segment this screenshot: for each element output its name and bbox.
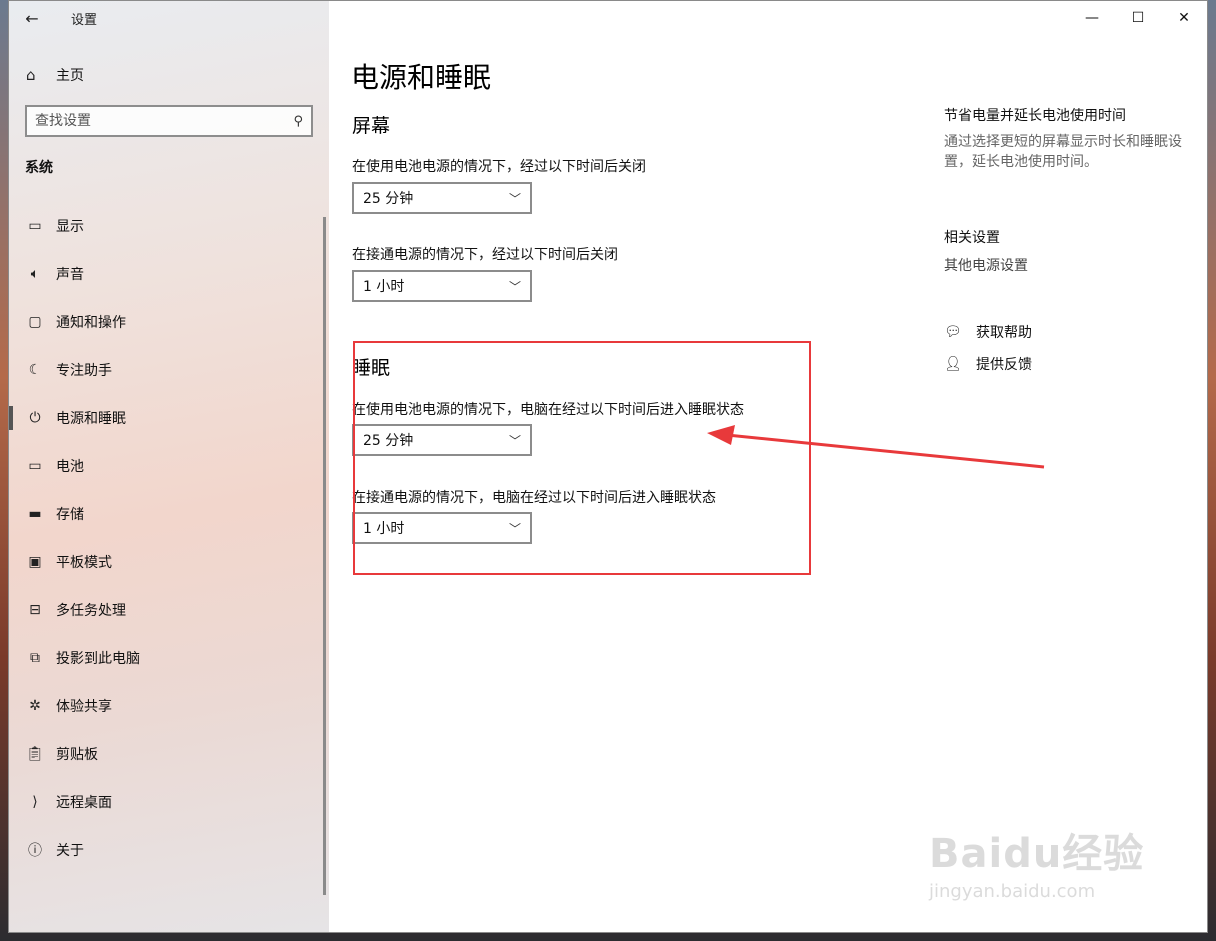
search-box: ⚲ bbox=[25, 105, 313, 137]
select-value: 25 分钟 bbox=[363, 191, 414, 207]
section-label: 系统 bbox=[25, 160, 53, 176]
storage-icon: ▬ bbox=[28, 506, 42, 522]
back-button[interactable]: ← bbox=[9, 1, 55, 35]
sidebar: ← 设置 ⌂ 主页 ⚲ 系统 ▭ 显示 🔈︎ 声音 ▢ 通知和操作 bbox=[9, 1, 329, 932]
minimize-icon: — bbox=[1085, 10, 1099, 26]
related-heading: 相关设置 bbox=[944, 230, 1000, 246]
search-icon[interactable]: ⚲ bbox=[293, 114, 303, 129]
sidebar-item-label: 远程桌面 bbox=[56, 795, 112, 811]
tablet-icon: ▣ bbox=[28, 554, 42, 570]
sidebar-item-label: 平板模式 bbox=[56, 555, 112, 571]
page-title: 电源和睡眠 bbox=[351, 61, 492, 94]
screen-heading: 屏幕 bbox=[352, 115, 391, 137]
screen-battery-label: 在使用电池电源的情况下，经过以下时间后关闭 bbox=[352, 159, 646, 175]
chevron-down-icon: ﹀ bbox=[508, 191, 521, 206]
sidebar-item-label: 通知和操作 bbox=[56, 315, 126, 331]
watermark-url: jingyan.baidu.com bbox=[929, 881, 1096, 902]
select-value: 1 小时 bbox=[363, 279, 405, 295]
sidebar-item-multitasking[interactable]: ⊟ 多任务处理 bbox=[9, 586, 329, 634]
chat-help-icon: 💬︎ bbox=[944, 324, 962, 340]
settings-window: ← 设置 ⌂ 主页 ⚲ 系统 ▭ 显示 🔈︎ 声音 ▢ 通知和操作 bbox=[8, 0, 1208, 933]
sidebar-item-label: 投影到此电脑 bbox=[56, 651, 140, 667]
window-title: 设置 bbox=[71, 12, 98, 28]
maximize-icon: ☐ bbox=[1131, 10, 1145, 26]
power-icon: ⏻ bbox=[29, 410, 41, 426]
sidebar-item-storage[interactable]: ▬ 存储 bbox=[9, 490, 329, 538]
annotation-arrow bbox=[707, 425, 1045, 469]
baidu-watermark: Baidu经验 jingyan.baidu.com bbox=[929, 821, 1144, 902]
sidebar-item-label: 电池 bbox=[56, 459, 84, 475]
tip-heading: 节省电量并延长电池使用时间 bbox=[944, 108, 1126, 124]
sidebar-item-battery[interactable]: ▭ 电池 bbox=[9, 442, 329, 490]
sidebar-item-display[interactable]: ▭ 显示 bbox=[9, 202, 329, 250]
sidebar-item-label: 关于 bbox=[56, 843, 84, 859]
get-help-link[interactable]: 💬︎ 获取帮助 bbox=[944, 322, 1032, 342]
watermark-brand: Baidu经验 bbox=[929, 831, 1145, 877]
sidebar-item-label: 存储 bbox=[56, 507, 84, 523]
sidebar-item-clipboard[interactable]: 📋︎ 剪贴板 bbox=[9, 730, 329, 778]
sidebar-item-shared-experiences[interactable]: ✲ 体验共享 bbox=[9, 682, 329, 730]
sidebar-item-power-sleep[interactable]: ⏻ 电源和睡眠 bbox=[9, 394, 329, 442]
minimize-button[interactable]: — bbox=[1069, 1, 1115, 35]
title-bar: ← 设置 bbox=[9, 1, 329, 35]
sidebar-item-label: 多任务处理 bbox=[56, 603, 126, 619]
sidebar-item-label: 体验共享 bbox=[56, 699, 112, 715]
sidebar-item-label: 声音 bbox=[56, 267, 84, 283]
sidebar-item-tablet-mode[interactable]: ▣ 平板模式 bbox=[9, 538, 329, 586]
screen-plugged-label: 在接通电源的情况下，经过以下时间后关闭 bbox=[352, 247, 618, 263]
window-controls: — ☐ ✕ bbox=[1069, 1, 1207, 35]
sidebar-item-notifications[interactable]: ▢ 通知和操作 bbox=[9, 298, 329, 346]
home-label: 主页 bbox=[56, 68, 84, 84]
moon-icon: ☾ bbox=[28, 362, 42, 378]
home-nav-item[interactable]: ⌂ 主页 bbox=[9, 57, 329, 93]
sidebar-item-label: 剪贴板 bbox=[56, 747, 98, 763]
feedback-label: 提供反馈 bbox=[976, 357, 1032, 373]
get-help-label: 获取帮助 bbox=[976, 325, 1032, 341]
search-input[interactable] bbox=[35, 113, 294, 129]
nav-list: ▭ 显示 🔈︎ 声音 ▢ 通知和操作 ☾ 专注助手 ⏻ 电源和睡眠 ▭ 电池 ▬… bbox=[9, 202, 329, 874]
sidebar-item-focus-assist[interactable]: ☾ 专注助手 bbox=[9, 346, 329, 394]
feedback-icon: 👤︎ bbox=[944, 356, 962, 372]
sidebar-item-label: 显示 bbox=[56, 219, 84, 235]
tip-text: 通过选择更短的屏幕显示时长和睡眠设置，延长电池使用时间。 bbox=[944, 134, 1182, 170]
screen-plugged-select[interactable]: 1 小时 ﹀ bbox=[352, 270, 532, 302]
project-icon: ⧉ bbox=[30, 650, 40, 666]
main-content: — ☐ ✕ 电源和睡眠 屏幕 在使用电池电源的情况下，经过以下时间后关闭 25 … bbox=[329, 1, 1207, 932]
battery-icon: ▭ bbox=[28, 458, 42, 474]
maximize-button[interactable]: ☐ bbox=[1115, 1, 1161, 35]
notification-icon: ▢ bbox=[28, 314, 42, 330]
share-icon: ✲ bbox=[29, 698, 41, 714]
multitask-icon: ⊟ bbox=[29, 602, 41, 618]
info-icon: ⓘ bbox=[28, 843, 42, 859]
speaker-icon: 🔈︎ bbox=[30, 266, 40, 282]
sidebar-scrollbar[interactable] bbox=[323, 217, 326, 895]
home-icon: ⌂ bbox=[26, 66, 36, 84]
back-arrow-icon: ← bbox=[25, 8, 39, 28]
sidebar-item-remote-desktop[interactable]: ⟩ 远程桌面 bbox=[9, 778, 329, 826]
chevron-down-icon: ﹀ bbox=[508, 279, 521, 294]
clipboard-icon: 📋︎ bbox=[26, 746, 44, 762]
sidebar-item-project[interactable]: ⧉ 投影到此电脑 bbox=[9, 634, 329, 682]
sidebar-item-sound[interactable]: 🔈︎ 声音 bbox=[9, 250, 329, 298]
screen-battery-select[interactable]: 25 分钟 ﹀ bbox=[352, 182, 532, 214]
sidebar-item-label: 专注助手 bbox=[56, 363, 112, 379]
close-button[interactable]: ✕ bbox=[1161, 1, 1207, 35]
remote-desktop-icon: ⟩ bbox=[32, 794, 38, 810]
display-icon: ▭ bbox=[28, 218, 42, 234]
sidebar-item-label: 电源和睡眠 bbox=[56, 411, 126, 427]
sidebar-item-about[interactable]: ⓘ 关于 bbox=[9, 826, 329, 874]
feedback-link[interactable]: 👤︎ 提供反馈 bbox=[944, 354, 1032, 374]
other-power-settings-link[interactable]: 其他电源设置 bbox=[944, 255, 1028, 275]
close-icon: ✕ bbox=[1178, 10, 1190, 26]
